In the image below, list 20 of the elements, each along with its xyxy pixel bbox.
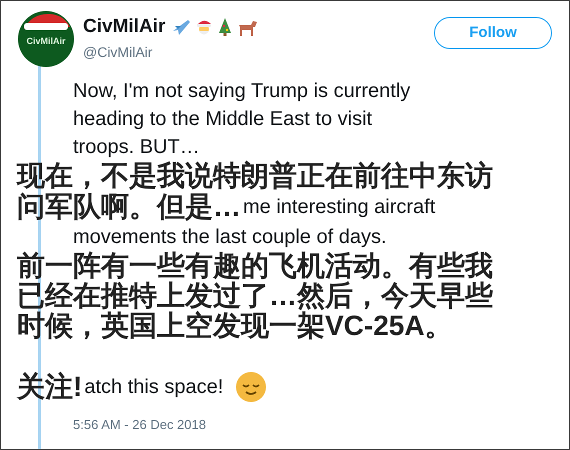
subtitle-text: 问军队啊。但是…: [17, 190, 241, 224]
airplane-icon: [171, 17, 192, 38]
account-handle[interactable]: @CivMilAir: [83, 42, 258, 62]
subtitle-text: 前一阵有一些有趣的飞机活动。有些我: [17, 249, 493, 281]
avatar-text: CivMilAir: [26, 35, 66, 48]
tweet-text: Now, I'm not saying Trump is currently: [73, 79, 410, 104]
tree-icon: [217, 17, 234, 38]
tweet-text: heading to the Middle East to visit: [73, 107, 372, 132]
follow-button[interactable]: Follow: [434, 17, 552, 49]
tweet-text: troops. BUT…: [73, 135, 200, 160]
subtitle-text: 时候，英国上空发现一架VC-25A。: [17, 310, 453, 343]
timestamp: 5:56 AM - 26 Dec 2018: [73, 417, 206, 432]
relieved-face-icon: [235, 371, 268, 403]
account-name[interactable]: CivMilAir: [83, 13, 166, 42]
subtitle-text: 现在，不是我说特朗普正在前往中东访: [17, 159, 493, 192]
subtitle-text: 关注!: [17, 370, 82, 404]
tweet-text: atch this space!: [84, 375, 224, 400]
subtitle-text: 已经在推特上发过了…然后，今天早些: [17, 280, 493, 311]
tweet-text: me interesting aircraft: [243, 195, 436, 220]
tweet-text: movements the last couple of days.: [73, 225, 386, 250]
